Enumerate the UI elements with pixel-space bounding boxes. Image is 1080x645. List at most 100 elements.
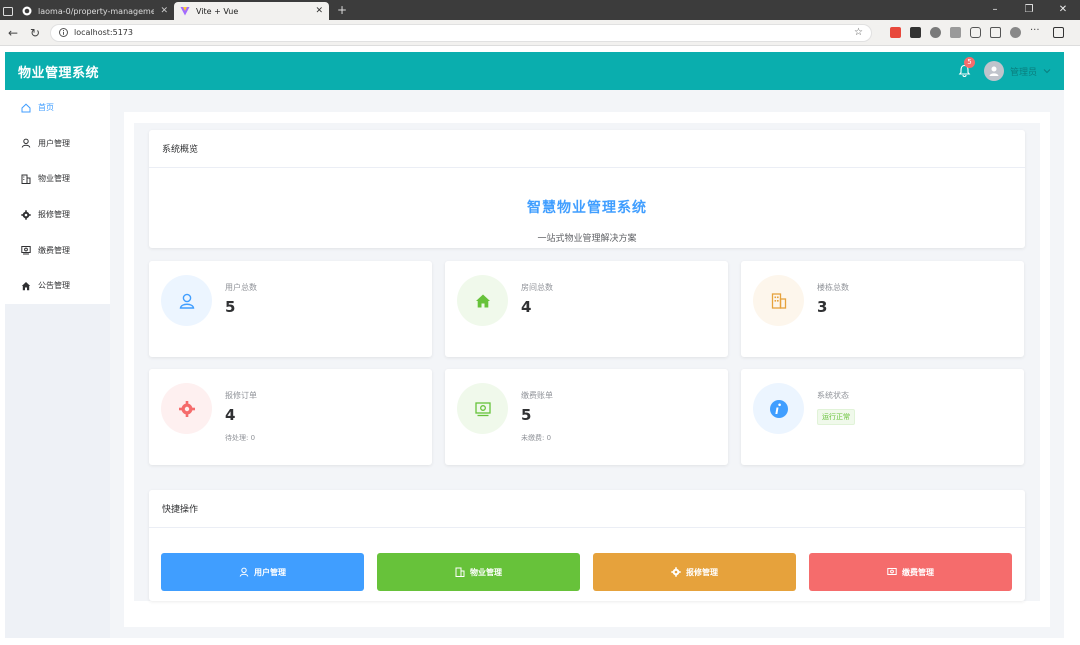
extension-dark-icon[interactable] <box>910 27 921 38</box>
close-window-icon[interactable]: ✕ <box>1046 0 1080 20</box>
window-controls: – ❐ ✕ <box>978 0 1080 20</box>
quick-button-label: 用户管理 <box>254 567 286 577</box>
stat-icon-circle <box>753 275 804 326</box>
stat-icon-circle <box>457 275 508 326</box>
github-icon <box>22 6 32 16</box>
avatar[interactable] <box>983 61 1004 81</box>
browser-tab-menu[interactable] <box>0 2 16 20</box>
sidebar-item-label: 物业管理 <box>38 174 70 184</box>
tab-title: laoma-0/property-management- <box>38 6 155 16</box>
browser-toolbar: ← ↻ localhost:5173 ☆ ··· <box>0 20 1080 46</box>
sidebar-item-label: 用户管理 <box>38 138 70 148</box>
stat-label: 楼栋总数 <box>817 283 849 292</box>
sidebar-toggle-icon[interactable] <box>1053 27 1064 38</box>
app-header: 物业管理系统 5 管理员 <box>5 52 1064 90</box>
stat-icon-circle <box>161 275 212 326</box>
tab-actions-icon[interactable] <box>3 6 13 16</box>
sidebar-item-label: 公告管理 <box>38 281 70 291</box>
extension-window-icon[interactable] <box>950 27 961 38</box>
sidebar-item-users[interactable]: 用户管理 <box>5 126 110 162</box>
sidebar-item-repairs[interactable]: 报修管理 <box>5 197 110 233</box>
header-actions: 5 管理员 <box>958 57 1051 81</box>
stat-label: 用户总数 <box>225 283 257 292</box>
address-bar[interactable]: localhost:5173 ☆ <box>50 23 872 42</box>
refresh-icon[interactable]: ↻ <box>28 26 42 40</box>
favorites-icon[interactable] <box>990 27 1001 38</box>
info-icon <box>769 399 789 419</box>
favorite-star-icon[interactable]: ☆ <box>854 27 863 38</box>
username: 管理员 <box>1009 67 1037 78</box>
sidebar-item-label: 缴费管理 <box>38 245 70 255</box>
sidebar-item-home[interactable]: 首页 <box>5 90 110 126</box>
restore-icon[interactable]: ❐ <box>1012 0 1046 20</box>
profile-icon[interactable] <box>1010 27 1021 38</box>
stat-icon-circle <box>161 383 212 434</box>
gear-icon <box>671 567 681 577</box>
browser-tab-github[interactable]: laoma-0/property-management- ✕ <box>16 2 174 20</box>
quick-button-payments[interactable]: 缴费管理 <box>809 553 1012 591</box>
extensions-icon[interactable] <box>970 27 981 38</box>
stat-card-rooms: 房间总数 4 <box>445 261 728 357</box>
stat-card-status: 系统状态 运行正常 <box>741 369 1024 465</box>
back-icon[interactable]: ← <box>6 26 20 40</box>
welcome-subtitle: 一站式物业管理解决方案 <box>537 234 637 244</box>
sidebar-item-notices[interactable]: 公告管理 <box>5 268 110 304</box>
overview-card: 系统概览 智慧物业管理系统 一站式物业管理解决方案 <box>149 130 1025 248</box>
notification-badge: 5 <box>963 57 975 68</box>
stat-icon-circle <box>753 383 804 434</box>
stat-value: 4 <box>521 298 532 316</box>
sidebar-item-payments[interactable]: 缴费管理 <box>5 232 110 268</box>
close-tab-icon[interactable]: ✕ <box>315 6 323 16</box>
app-brand: 物业管理系统 <box>18 65 100 81</box>
user-icon <box>239 567 249 577</box>
sidebar-item-property[interactable]: 物业管理 <box>5 161 110 197</box>
stat-label: 系统状态 <box>817 391 849 400</box>
stat-card-users: 用户总数 5 <box>149 261 432 357</box>
house-filled-icon <box>474 292 492 310</box>
info-icon[interactable] <box>59 28 68 37</box>
user-menu[interactable]: 管理员 <box>983 61 1051 81</box>
user-icon <box>21 138 31 149</box>
quick-button-label: 报修管理 <box>686 567 718 577</box>
stat-value: 5 <box>225 298 236 316</box>
minimize-icon[interactable]: – <box>978 0 1012 20</box>
status-badge: 运行正常 <box>817 409 855 425</box>
sidebar-menu: 首页 用户管理 物业管理 报修管理 缴费管理 公告管理 <box>5 90 110 304</box>
money-icon <box>887 567 897 577</box>
building-icon <box>455 567 465 577</box>
vite-logo-icon <box>180 6 190 16</box>
main-content: 系统概览 智慧物业管理系统 一站式物业管理解决方案 用户总数 5 房间总数 4 <box>110 90 1064 638</box>
extension-shield-icon[interactable] <box>930 27 941 38</box>
welcome-title: 智慧物业管理系统 <box>527 200 647 216</box>
overview-header: 系统概览 <box>149 130 1025 168</box>
stat-value: 4 <box>225 406 236 424</box>
notification-bell[interactable]: 5 <box>958 57 975 78</box>
stat-card-repairs: 报修订单 4 待处理: 0 <box>149 369 432 465</box>
building-icon <box>770 292 788 310</box>
money-icon <box>474 400 492 418</box>
browser-tab-vite[interactable]: Vite + Vue ✕ <box>174 2 329 20</box>
house-filled-icon <box>21 281 31 291</box>
building-icon <box>21 174 31 184</box>
stat-label: 缴费账单 <box>521 391 553 400</box>
close-tab-icon[interactable]: ✕ <box>160 6 168 16</box>
stat-label: 房间总数 <box>521 283 553 292</box>
chevron-down-icon <box>1043 68 1051 74</box>
home-icon <box>21 103 31 113</box>
quick-button-property[interactable]: 物业管理 <box>377 553 580 591</box>
user-icon <box>178 292 196 310</box>
stat-icon-circle <box>457 383 508 434</box>
sidebar-background <box>5 304 110 638</box>
gear-icon <box>21 209 31 220</box>
quick-actions-header: 快捷操作 <box>149 490 1025 528</box>
quick-button-repairs[interactable]: 报修管理 <box>593 553 796 591</box>
extension-icons: ··· <box>890 26 1064 38</box>
more-menu-icon[interactable]: ··· <box>1030 26 1044 38</box>
new-tab-button[interactable]: + <box>337 3 347 17</box>
stat-label: 报修订单 <box>225 391 257 400</box>
quick-actions-card: 快捷操作 用户管理 物业管理 报修管理 缴费管理 <box>149 490 1025 601</box>
browser-tab-strip: laoma-0/property-management- ✕ Vite + Vu… <box>0 0 1080 20</box>
dashboard-area: 系统概览 智慧物业管理系统 一站式物业管理解决方案 用户总数 5 房间总数 4 <box>134 123 1040 601</box>
quick-button-users[interactable]: 用户管理 <box>161 553 364 591</box>
extension-red-icon[interactable] <box>890 27 901 38</box>
